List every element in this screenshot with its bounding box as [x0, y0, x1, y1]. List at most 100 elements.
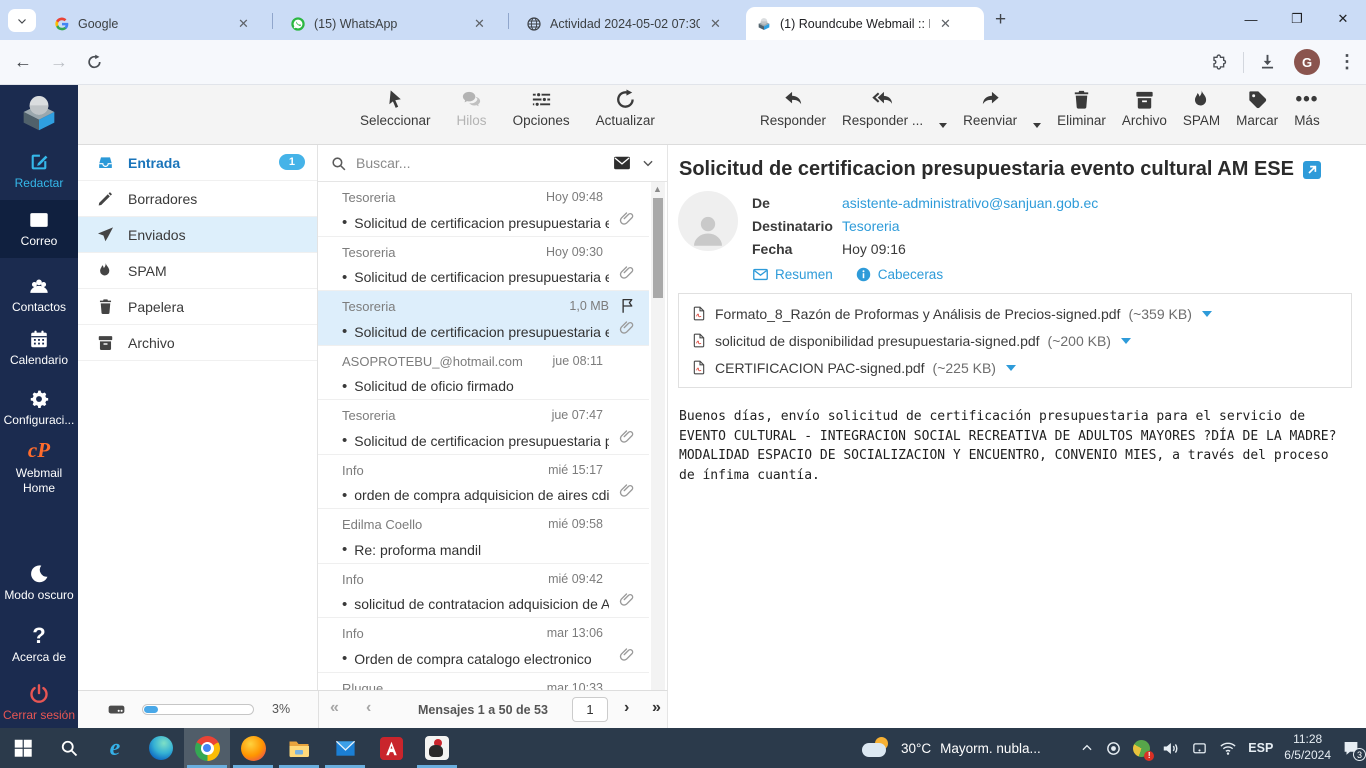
tab-roundcube-active[interactable]: (1) Roundcube Webmail :: Envia ✕ [746, 7, 984, 40]
window-restore-button[interactable]: ❐ [1274, 0, 1320, 38]
tray-display-icon[interactable] [1191, 740, 1208, 757]
attachment-name[interactable]: solicitud de disponibilidad presupuestar… [715, 333, 1040, 349]
first-page-button[interactable]: « [330, 699, 339, 717]
reload-button[interactable] [86, 54, 103, 71]
reply-button[interactable]: Responder [760, 88, 826, 128]
scrollbar-thumb[interactable] [653, 198, 663, 298]
attachment-dropdown-icon[interactable] [1005, 364, 1016, 371]
profile-avatar[interactable]: G [1294, 49, 1320, 75]
sidebar-item-acerca-de[interactable]: ? Acerca de [0, 625, 78, 665]
tray-record-icon[interactable] [1105, 740, 1122, 757]
delete-button[interactable]: Eliminar [1057, 88, 1106, 128]
prev-page-button[interactable]: ‹ [366, 699, 371, 717]
folder-enviados[interactable]: Enviados [78, 217, 317, 253]
list-item[interactable]: Info mié 09:42 solicitud de contratacion… [318, 564, 649, 618]
taskbar-mail-button[interactable] [322, 728, 368, 768]
list-item[interactable]: Info mar 13:06 Orden de compra catalogo … [318, 618, 649, 673]
tray-antivirus-icon[interactable] [1133, 739, 1155, 761]
forward-button[interactable]: Reenviar [963, 88, 1017, 128]
flag-icon[interactable] [619, 297, 637, 315]
attachment-dropdown-icon[interactable] [1201, 310, 1212, 317]
action-center-icon[interactable]: 3 [1342, 739, 1366, 761]
headers-button[interactable]: Cabeceras [855, 266, 943, 283]
taskbar-edge-button[interactable] [138, 728, 184, 768]
tab-actividad[interactable]: Actividad 2024-05-02 07:30:00 ✕ [516, 7, 738, 40]
tab-whatsapp[interactable]: (15) WhatsApp ✕ [280, 7, 502, 40]
mark-button[interactable]: Marcar [1236, 88, 1278, 128]
list-item[interactable]: ASOPROTEBU_@hotmail.com jue 08:11 Solici… [318, 346, 649, 400]
open-in-new-window-icon[interactable] [1303, 161, 1321, 179]
extensions-icon[interactable] [1210, 53, 1228, 71]
window-close-button[interactable]: ✕ [1320, 0, 1366, 38]
start-button[interactable] [0, 728, 46, 768]
tab-close-icon[interactable]: ✕ [472, 16, 487, 32]
taskbar-explorer-button[interactable] [276, 728, 322, 768]
search-input[interactable] [356, 155, 603, 171]
folder-spam[interactable]: SPAM [78, 253, 317, 289]
sidebar-item-redactar[interactable]: Redactar [0, 151, 78, 191]
spam-button[interactable]: SPAM [1183, 88, 1220, 128]
attachment-item[interactable]: CERTIFICACION PAC-signed.pdf (~225 KB) [679, 354, 1351, 381]
list-scrollbar[interactable]: ▲ [651, 182, 665, 690]
list-item[interactable]: Edilma Coello mié 09:58 Re: proforma man… [318, 509, 649, 564]
forward-button[interactable]: → [50, 52, 68, 73]
downloads-icon[interactable] [1258, 53, 1277, 72]
threads-button[interactable]: Hilos [457, 88, 487, 128]
sidebar-item-correo[interactable]: Correo [0, 209, 78, 249]
new-tab-button[interactable]: + [995, 9, 1006, 31]
folder-papelera[interactable]: Papelera [78, 289, 317, 325]
page-number-input[interactable] [572, 697, 608, 722]
tab-close-icon[interactable]: ✕ [938, 16, 953, 32]
tab-close-icon[interactable]: ✕ [708, 16, 723, 32]
sidebar-item-contactos[interactable]: Contactos [0, 275, 78, 315]
window-minimize-button[interactable]: — [1228, 0, 1274, 38]
attachment-name[interactable]: CERTIFICACION PAC-signed.pdf [715, 360, 925, 376]
attachment-name[interactable]: Formato_8_Razón de Proformas y Análisis … [715, 306, 1120, 322]
refresh-button[interactable]: Actualizar [596, 88, 655, 128]
attachment-item[interactable]: solicitud de disponibilidad presupuestar… [679, 327, 1351, 354]
sidebar-item-webmail-home[interactable]: cP Webmail Home [0, 437, 78, 496]
list-item-selected[interactable]: Tesoreria 1,0 MB Solicitud de certificac… [318, 291, 649, 346]
recipient-value[interactable]: Tesoreria [842, 218, 900, 234]
back-button[interactable]: ← [14, 52, 32, 73]
taskbar-acrobat-button[interactable] [368, 728, 414, 768]
more-button[interactable]: ••• Más [1294, 88, 1320, 129]
taskbar-firefox-button[interactable] [230, 728, 276, 768]
taskbar-java-button[interactable] [414, 728, 460, 768]
reply-all-button[interactable]: Responder ... [842, 88, 923, 128]
next-page-button[interactable]: › [624, 699, 629, 717]
weather-widget[interactable]: 30°C Mayorm. nubla... [862, 728, 1041, 768]
list-item[interactable]: Tesoreria Hoy 09:30 Solicitud de certifi… [318, 237, 649, 291]
sidebar-item-modo-oscuro[interactable]: Modo oscuro [0, 563, 78, 603]
tab-search-button[interactable] [8, 9, 36, 32]
sidebar-item-cerrar-sesion[interactable]: Cerrar sesión [0, 683, 78, 723]
tray-expand-icon[interactable] [1080, 741, 1094, 755]
sidebar-item-calendario[interactable]: Calendario [0, 328, 78, 368]
folder-borradores[interactable]: Borradores [78, 181, 317, 217]
taskbar-search-button[interactable] [46, 728, 92, 768]
summary-button[interactable]: Resumen [752, 266, 833, 283]
taskbar-ie-button[interactable]: e [92, 728, 138, 768]
list-item[interactable]: Info mié 15:17 orden de compra adquisici… [318, 455, 649, 509]
forward-dropdown-icon[interactable] [1033, 123, 1042, 128]
folder-archivo[interactable]: Archivo [78, 325, 317, 361]
attachment-item[interactable]: Formato_8_Razón de Proformas y Análisis … [679, 300, 1351, 327]
tab-google[interactable]: Google ✕ [44, 7, 266, 40]
list-item[interactable]: Tesoreria Hoy 09:48 Solicitud de certifi… [318, 182, 649, 237]
language-indicator[interactable]: ESP [1248, 741, 1273, 755]
reply-all-dropdown-icon[interactable] [939, 123, 948, 128]
archive-button[interactable]: Archivo [1122, 88, 1167, 128]
sidebar-item-configuracion[interactable]: Configuraci... [0, 388, 78, 428]
taskbar-chrome-button[interactable] [184, 728, 230, 768]
scroll-up-icon[interactable]: ▲ [653, 184, 662, 194]
options-button[interactable]: Opciones [513, 88, 570, 128]
tray-wifi-icon[interactable] [1219, 739, 1237, 757]
last-page-button[interactable]: » [652, 699, 661, 717]
attachment-dropdown-icon[interactable] [1120, 337, 1131, 344]
search-scope-mail-icon[interactable] [612, 153, 632, 173]
from-address[interactable]: asistente-administrativo@sanjuan.gob.ec [842, 195, 1098, 211]
taskbar-clock[interactable]: 11:28 6/5/2024 [1284, 732, 1331, 763]
select-button[interactable]: Seleccionar [360, 88, 431, 128]
tab-close-icon[interactable]: ✕ [236, 16, 251, 32]
chrome-menu-icon[interactable]: ⋮ [1338, 52, 1356, 73]
